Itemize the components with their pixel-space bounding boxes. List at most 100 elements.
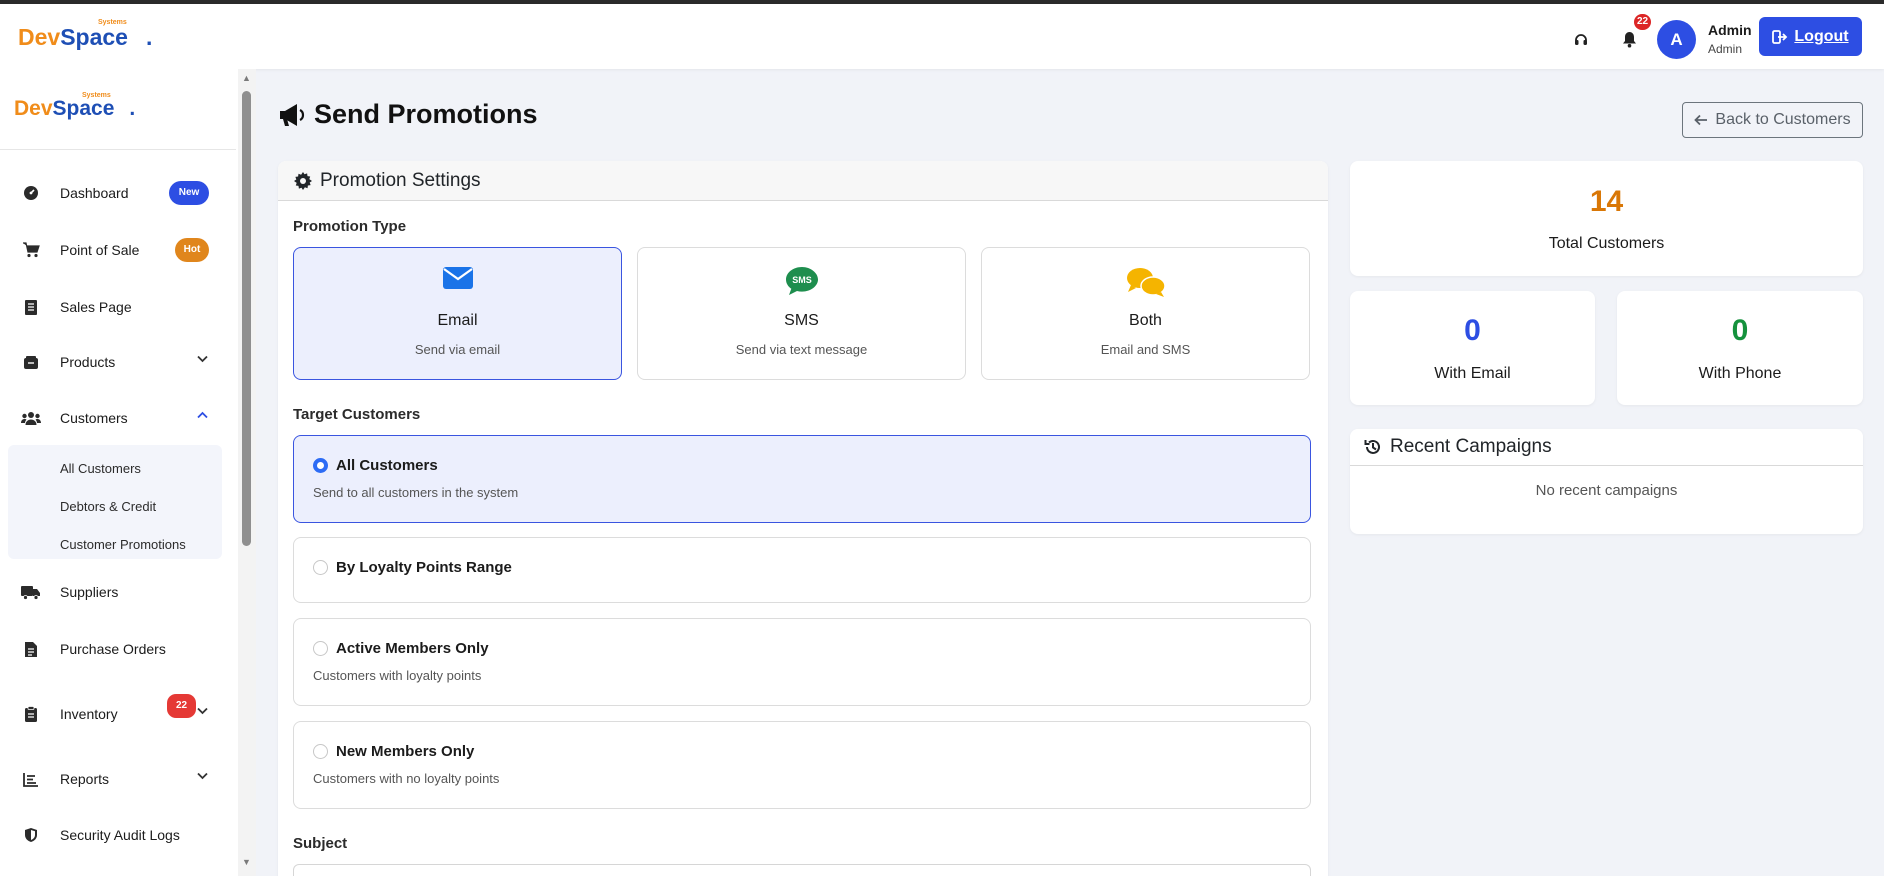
brand-logo[interactable]: Dev Space Systems .: [18, 19, 153, 51]
promotion-type-label: Promotion Type: [293, 218, 407, 235]
customers-submenu: All Customers Debtors & Credit Customer …: [8, 445, 222, 559]
promotion-settings-header: Promotion Settings: [278, 161, 1328, 201]
history-icon: [1364, 439, 1380, 454]
total-customers-value: 14: [1589, 185, 1624, 218]
submenu-item-customer-promotions[interactable]: Customer Promotions: [60, 537, 186, 552]
chevron-down-icon: [197, 707, 208, 715]
logo-text-space: Space: [60, 24, 128, 50]
sidebar-item-label: Suppliers: [60, 584, 119, 600]
gear-icon: [294, 171, 312, 190]
chart-icon: [20, 768, 42, 790]
with-email-label: With Email: [1434, 365, 1511, 382]
logo-text-dev: Dev: [14, 97, 53, 120]
logout-button[interactable]: Logout: [1759, 17, 1862, 56]
logout-icon: [1772, 29, 1788, 44]
with-phone-card: 0 With Phone: [1617, 291, 1863, 405]
scroll-down-arrow-icon[interactable]: ▼: [242, 857, 251, 867]
sidebar-item-purchase-orders[interactable]: Purchase Orders: [20, 629, 216, 669]
promotion-type-sms[interactable]: SMS SMS Send via text message: [637, 247, 966, 380]
target-title: Active Members Only: [336, 640, 489, 657]
type-title: Email: [437, 312, 478, 329]
recent-campaigns-header: Recent Campaigns: [1350, 429, 1863, 466]
clipboard-icon: [20, 703, 42, 725]
radio-active-members[interactable]: [313, 641, 328, 656]
top-navbar: Dev Space Systems . 22 A Admin Admin Logo…: [0, 4, 1884, 69]
sidebar-item-label: Inventory: [60, 706, 118, 722]
chevron-down-icon: [197, 772, 208, 780]
type-title: Both: [1129, 312, 1162, 329]
target-new-members[interactable]: New Members Only Customers with no loyal…: [293, 721, 1311, 809]
headset-support-icon[interactable]: [1570, 29, 1592, 51]
logo-tagline: Systems: [98, 19, 127, 26]
avatar[interactable]: A: [1657, 20, 1696, 59]
subject-input[interactable]: [293, 864, 1311, 876]
promotion-type-email[interactable]: Email Send via email: [293, 247, 622, 380]
target-desc: Customers with loyalty points: [313, 668, 482, 683]
radio-all-customers[interactable]: [313, 458, 328, 473]
cart-icon: [20, 239, 42, 261]
sidebar-item-customers[interactable]: Customers: [20, 398, 216, 438]
target-loyalty-points-range[interactable]: By Loyalty Points Range: [293, 537, 1311, 603]
notification-count-badge: 22: [1634, 14, 1651, 30]
promotion-settings-card: Promotion Settings Promotion Type Email …: [278, 161, 1328, 876]
back-to-customers-button[interactable]: Back to Customers: [1682, 102, 1863, 138]
logo-dot: .: [145, 24, 153, 50]
sidebar-item-suppliers[interactable]: Suppliers: [20, 572, 216, 612]
sidebar-item-security-audit-logs[interactable]: Security Audit Logs: [20, 815, 216, 855]
users-icon: [20, 407, 42, 429]
submenu-item-debtors-credit[interactable]: Debtors & Credit: [60, 499, 156, 514]
new-badge: New: [169, 181, 209, 205]
type-desc: Send via email: [414, 342, 501, 357]
target-desc: Send to all customers in the system: [313, 485, 519, 500]
total-customers-card: 14 Total Customers: [1350, 161, 1863, 276]
sidebar-divider: [0, 149, 236, 150]
sidebar-item-reports[interactable]: Reports: [20, 759, 216, 799]
with-phone-value: 0: [1731, 314, 1749, 347]
back-button-label: Back to Customers: [1715, 111, 1851, 128]
logo-tagline: Systems: [82, 92, 111, 99]
hot-badge: Hot: [175, 238, 209, 262]
total-customers-label: Total Customers: [1548, 235, 1665, 252]
inventory-alert-badge: 22: [167, 694, 196, 718]
sidebar-item-sales-page[interactable]: Sales Page: [20, 287, 216, 327]
svg-text:SMS: SMS: [792, 275, 812, 285]
sidebar-item-label: Security Audit Logs: [60, 827, 180, 843]
radio-new-members[interactable]: [313, 744, 328, 759]
target-desc: Customers with no loyalty points: [313, 771, 500, 786]
sidebar-item-label: Dashboard: [60, 185, 129, 201]
target-customers-label: Target Customers: [293, 406, 421, 423]
sms-bubble-icon: SMS: [785, 267, 818, 295]
chevron-down-icon: [197, 355, 208, 363]
logo-dot: .: [129, 97, 136, 120]
target-all-customers[interactable]: All Customers Send to all customers in t…: [293, 435, 1311, 523]
bell-icon[interactable]: [1618, 28, 1640, 50]
dashboard-gauge-icon: [20, 182, 42, 204]
megaphone-icon: [280, 103, 305, 126]
sidebar-scrollbar[interactable]: ▲ ▼: [238, 69, 256, 876]
type-desc: Email and SMS: [1100, 342, 1191, 357]
sidebar-item-label: Sales Page: [60, 299, 132, 315]
sidebar-item-label: Point of Sale: [60, 242, 140, 258]
radio-loyalty-points-range[interactable]: [313, 560, 328, 575]
logo-text-space: Space: [52, 97, 115, 120]
submenu-item-all-customers[interactable]: All Customers: [60, 461, 141, 476]
recent-campaigns-title: Recent Campaigns: [1390, 436, 1552, 457]
subject-label: Subject: [293, 835, 348, 852]
scrollbar-thumb[interactable]: [242, 91, 251, 546]
sidebar-brand-logo[interactable]: Dev Space Systems .: [14, 92, 136, 121]
logo-text-dev: Dev: [18, 24, 61, 50]
type-title: SMS: [784, 312, 819, 329]
with-phone-label: With Phone: [1698, 365, 1782, 382]
document-icon: [20, 638, 42, 660]
user-role: Admin: [1708, 42, 1743, 56]
sidebar-item-products[interactable]: Products: [20, 342, 216, 382]
sidebar-item-label: Products: [60, 354, 116, 370]
target-active-members[interactable]: Active Members Only Customers with loyal…: [293, 618, 1311, 706]
sidebar-item-label: Customers: [60, 410, 128, 426]
user-name: Admin: [1708, 22, 1752, 38]
promotion-type-both[interactable]: Both Email and SMS: [981, 247, 1310, 380]
envelope-icon: [442, 267, 473, 289]
with-email-card: 0 With Email: [1350, 291, 1595, 405]
scroll-up-arrow-icon[interactable]: ▲: [242, 73, 251, 83]
sidebar-item-label: Reports: [60, 771, 110, 787]
